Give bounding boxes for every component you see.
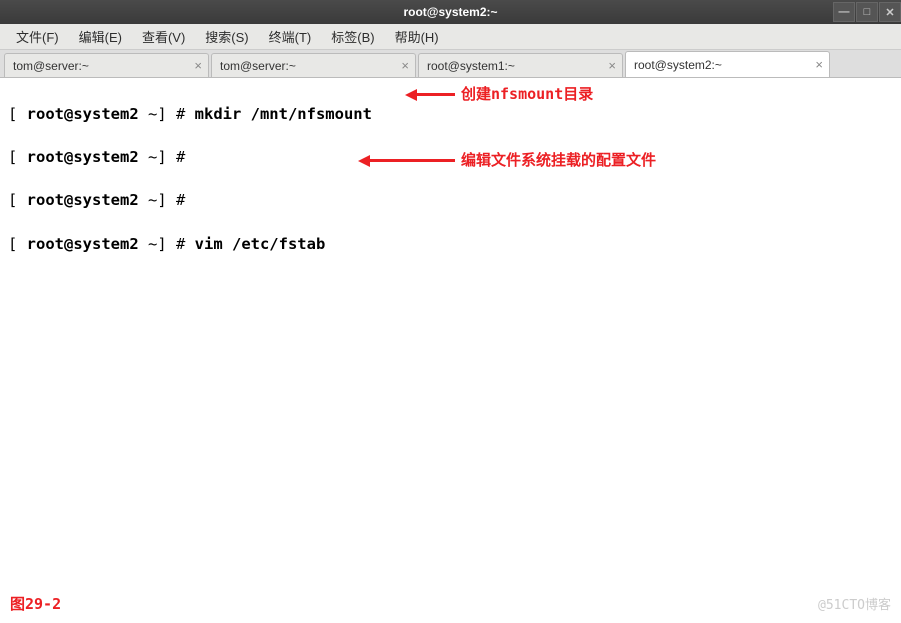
tab-label: tom@server:~ (220, 59, 296, 73)
tabbar: tom@server:~ × tom@server:~ × root@syste… (0, 50, 901, 78)
menu-edit[interactable]: 编辑(E) (69, 24, 132, 49)
window-controls: — □ ✕ (832, 2, 901, 22)
tab-label: root@system1:~ (427, 59, 515, 73)
arrow-left-icon (405, 89, 417, 101)
close-icon[interactable]: × (401, 58, 409, 73)
terminal-line: [ root@system2 ~] # mkdir /mnt/nfsmount (8, 104, 893, 126)
menu-terminal[interactable]: 终端(T) (259, 24, 322, 49)
annotation-text: 创建nfsmount目录 (461, 84, 593, 105)
tab-3[interactable]: root@system1:~ × (418, 53, 623, 77)
terminal-line: [ root@system2 ~] # (8, 190, 893, 212)
tab-2[interactable]: tom@server:~ × (211, 53, 416, 77)
menu-tabs[interactable]: 标签(B) (321, 24, 384, 49)
terminal-line: [ root@system2 ~] # (8, 147, 893, 169)
minimize-button[interactable]: — (833, 2, 855, 22)
window-titlebar: root@system2:~ — □ ✕ (0, 0, 901, 24)
close-icon[interactable]: × (608, 58, 616, 73)
tab-1[interactable]: tom@server:~ × (4, 53, 209, 77)
terminal-line: [ root@system2 ~] # vim /etc/fstab (8, 234, 893, 256)
menu-help[interactable]: 帮助(H) (385, 24, 449, 49)
watermark: @51CTO博客 (818, 597, 891, 615)
close-icon[interactable]: × (194, 58, 202, 73)
annotation-1: 创建nfsmount目录 (405, 84, 593, 105)
menu-file[interactable]: 文件(F) (6, 24, 69, 49)
maximize-button[interactable]: □ (856, 2, 878, 22)
menubar: 文件(F) 编辑(E) 查看(V) 搜索(S) 终端(T) 标签(B) 帮助(H… (0, 24, 901, 50)
close-button[interactable]: ✕ (879, 2, 901, 22)
menu-search[interactable]: 搜索(S) (195, 24, 258, 49)
tab-label: tom@server:~ (13, 59, 89, 73)
figure-caption: 图29-2 (10, 594, 61, 615)
tab-label: root@system2:~ (634, 58, 722, 72)
arrow-line (417, 93, 455, 96)
window-title: root@system2:~ (403, 5, 497, 19)
close-icon[interactable]: × (815, 57, 823, 72)
terminal-area[interactable]: [ root@system2 ~] # mkdir /mnt/nfsmount … (0, 78, 901, 623)
tab-4[interactable]: root@system2:~ × (625, 51, 830, 77)
menu-view[interactable]: 查看(V) (132, 24, 195, 49)
